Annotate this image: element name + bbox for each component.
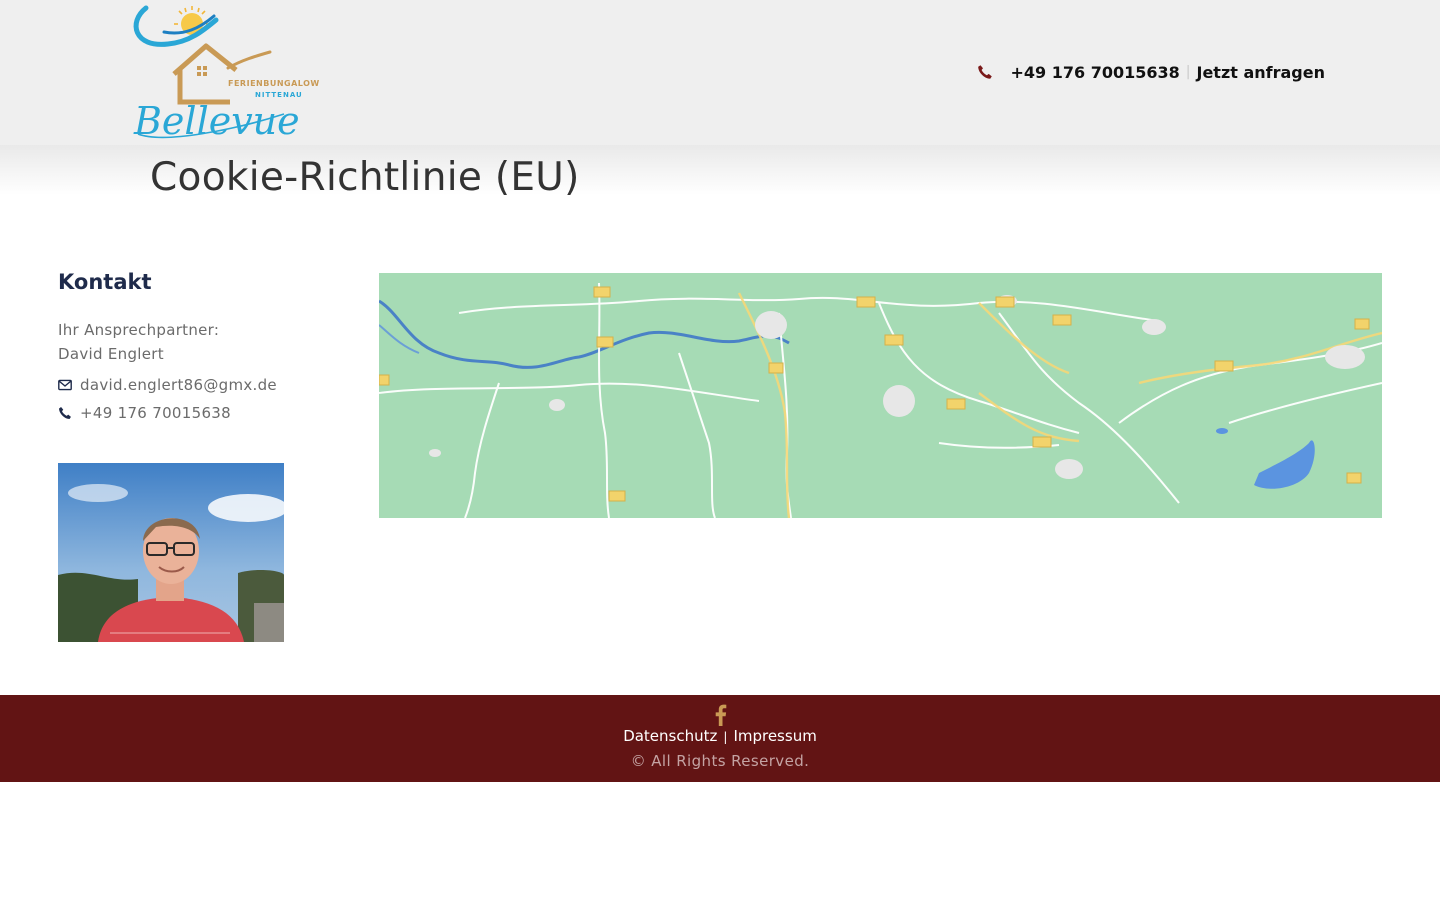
header-phone-link[interactable]: +49 176 70015638 — [1010, 63, 1179, 82]
email-row: david.englert86@gmx.de — [58, 376, 348, 394]
contact-label: Ihr Ansprechpartner: — [58, 321, 220, 339]
footer-separator: | — [723, 730, 728, 744]
contact-photo — [58, 463, 284, 642]
contact-portrait-image — [58, 463, 284, 642]
sidebar-heading: Kontakt — [58, 270, 152, 294]
page-title: Cookie-Richtlinie (EU) — [150, 155, 580, 200]
logo-script-text: Bellevue — [133, 99, 300, 143]
imprint-link[interactable]: Impressum — [733, 727, 816, 745]
phone-icon — [978, 65, 993, 79]
phone-link[interactable]: +49 176 70015638 — [80, 404, 231, 422]
copyright-text: © All Rights Reserved. — [630, 752, 810, 770]
envelope-icon — [58, 379, 72, 391]
footer-links: Datenschutz | Impressum — [0, 727, 1440, 745]
email-link[interactable]: david.englert86@gmx.de — [80, 376, 277, 394]
contact-person: Ihr Ansprechpartner: David Englert — [58, 318, 348, 366]
phone-icon — [59, 407, 71, 419]
site-header: FERIENBUNGALOW NITTENAU Bellevue +49 176… — [0, 0, 1440, 145]
facebook-icon[interactable] — [712, 704, 728, 726]
location-map[interactable] — [379, 273, 1382, 518]
header-separator: | — [1185, 64, 1191, 80]
phone-row: +49 176 70015638 — [58, 404, 348, 422]
logo-tagline-top: FERIENBUNGALOW — [228, 79, 320, 88]
contact-sidebar: Kontakt Ihr Ansprechpartner: David Engle… — [58, 270, 348, 422]
logo-graphic: FERIENBUNGALOW NITTENAU Bellevue — [133, 5, 320, 143]
header-contact: +49 176 70015638 | Jetzt anfragen — [977, 61, 1325, 83]
privacy-link[interactable]: Datenschutz — [623, 727, 717, 745]
logo-tagline-bottom: NITTENAU — [255, 91, 303, 99]
site-logo[interactable]: FERIENBUNGALOW NITTENAU Bellevue — [124, 2, 326, 144]
map-tiles — [379, 273, 1382, 518]
inquire-link[interactable]: Jetzt anfragen — [1196, 63, 1325, 82]
contact-name: David Englert — [58, 345, 164, 363]
